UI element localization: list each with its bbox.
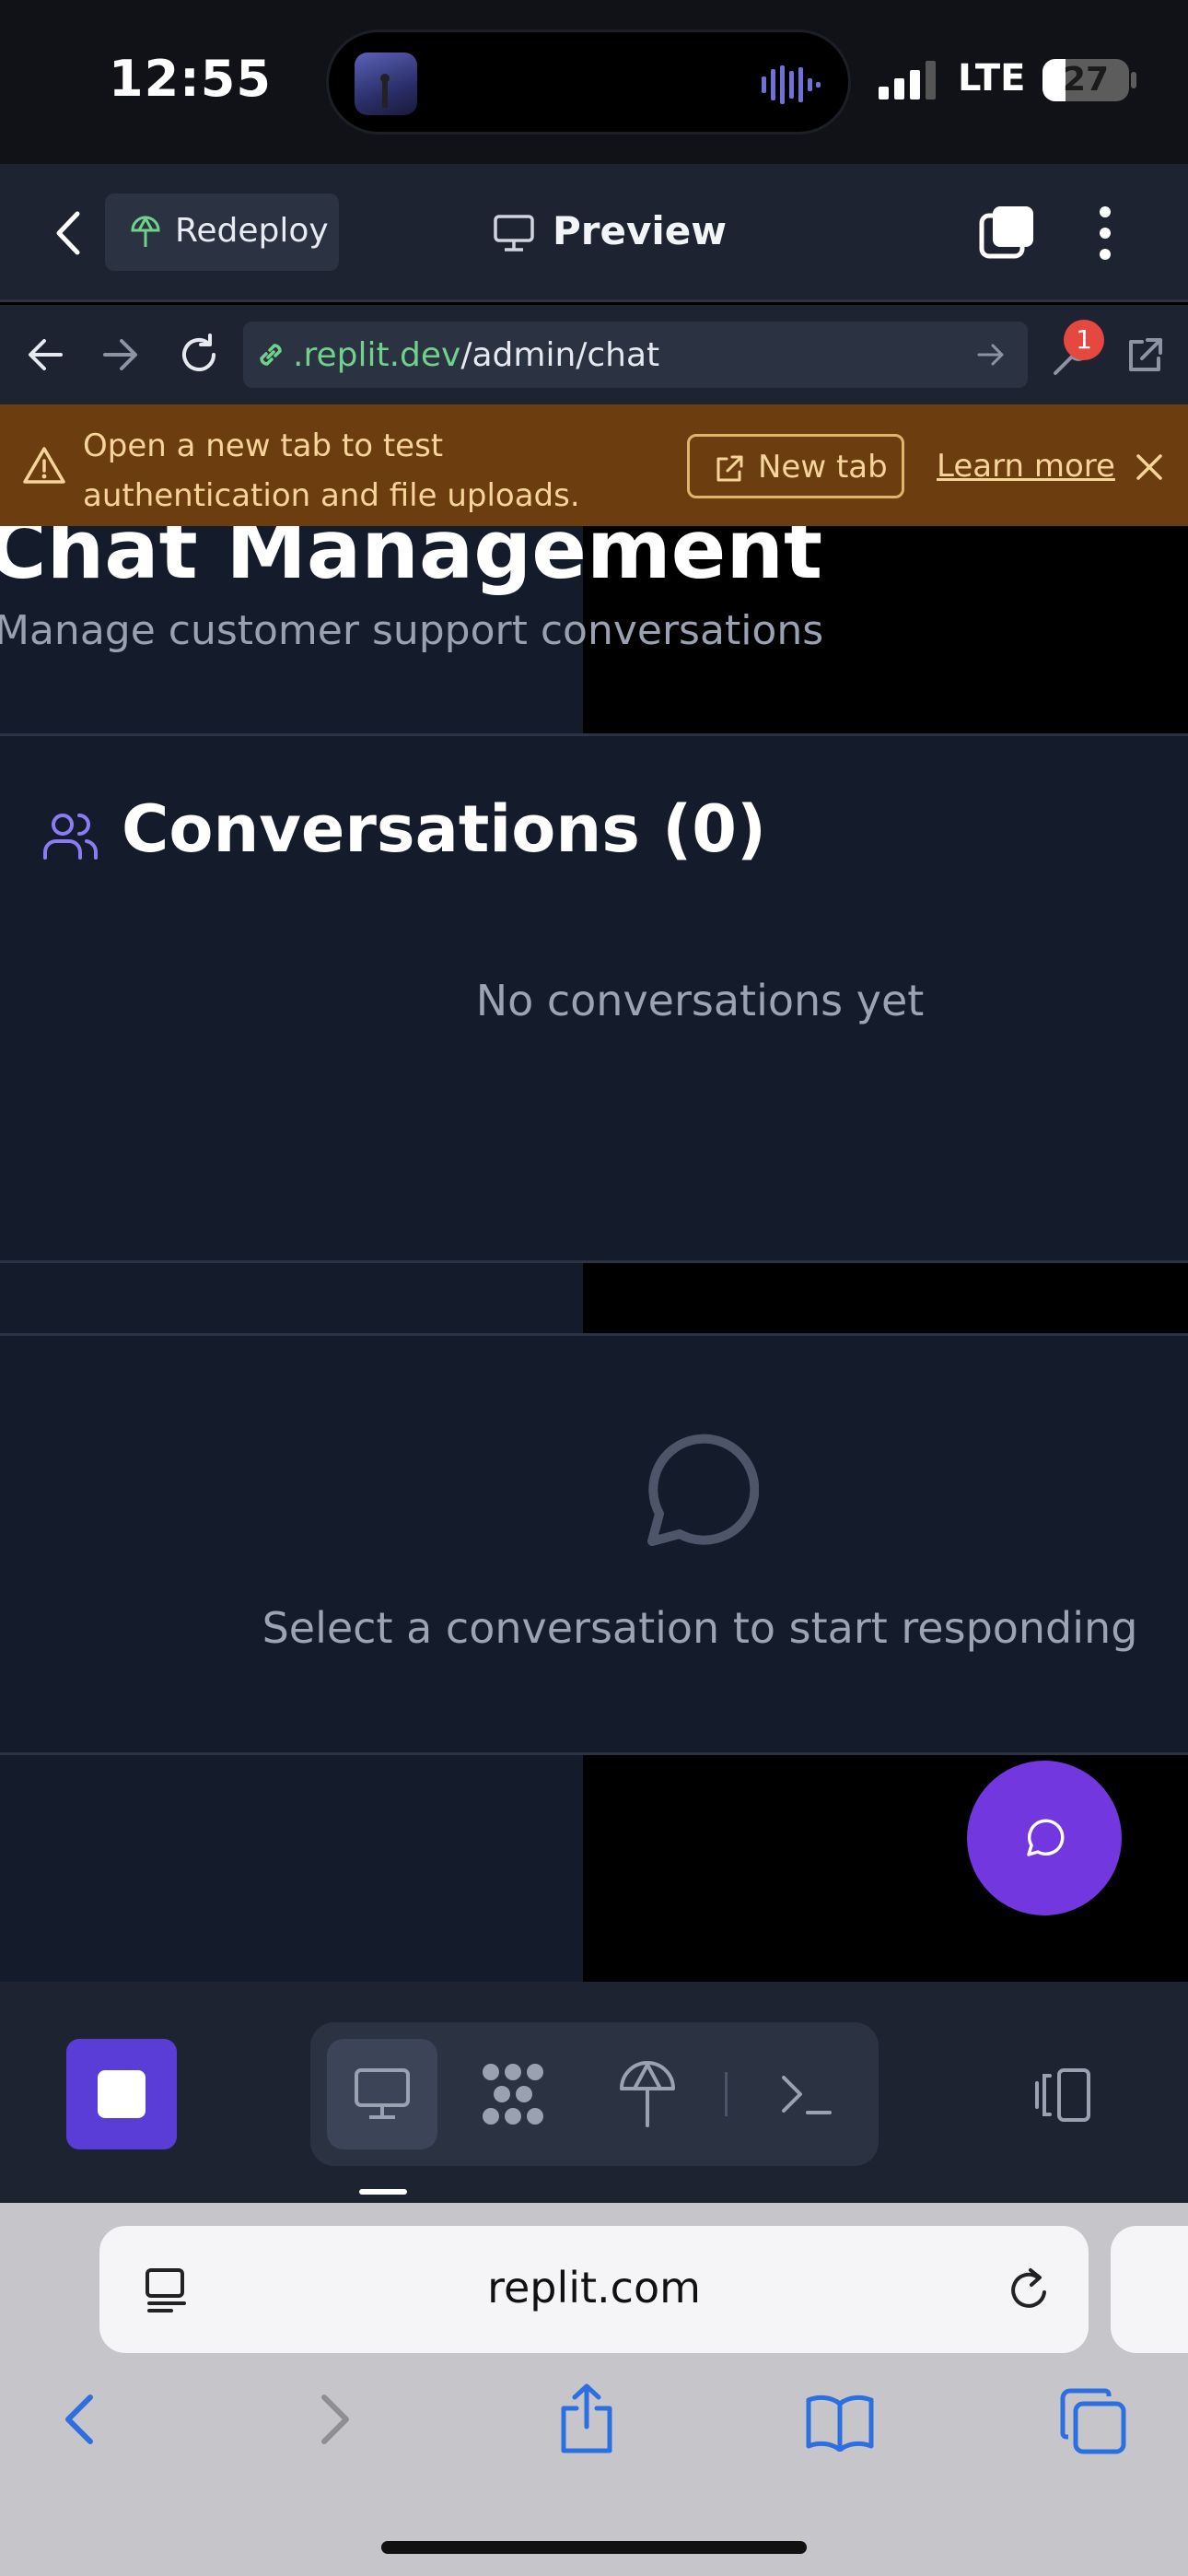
battery-percentage: 27 xyxy=(1062,61,1110,99)
bookmarks-icon[interactable] xyxy=(805,2393,875,2452)
warning-message: Open a new tab to test authentication an… xyxy=(83,427,580,514)
workspace-toolbar xyxy=(0,1982,1188,2203)
web-preview: Chat Management Manage customer support … xyxy=(0,526,1188,1982)
stop-button[interactable] xyxy=(66,2039,177,2149)
back-chevron-icon[interactable] xyxy=(53,210,85,256)
new-tab-label: New tab xyxy=(758,449,888,486)
deployments-icon[interactable] xyxy=(618,2059,677,2129)
url-row: .replit.dev/admin/chat 1 xyxy=(0,305,1188,404)
redeploy-label: Redeploy xyxy=(175,212,329,250)
link-icon xyxy=(260,344,282,366)
active-tool-indicator xyxy=(359,2189,407,2195)
conversations-title: Conversations (0) xyxy=(122,791,766,867)
warning-triangle-icon xyxy=(23,447,65,484)
users-icon xyxy=(43,814,99,860)
safari-back-icon[interactable] xyxy=(61,2392,98,2447)
message-circle-icon xyxy=(647,1434,759,1546)
open-external-icon[interactable] xyxy=(1124,334,1166,377)
safari-forward-icon[interactable] xyxy=(317,2392,354,2447)
new-tab-button[interactable]: New tab xyxy=(687,434,904,498)
redeploy-button[interactable]: Redeploy xyxy=(105,193,339,271)
cellular-signal-icon xyxy=(879,61,936,100)
page-title: Chat Management xyxy=(0,526,823,597)
notification-badge: 1 xyxy=(1064,320,1104,360)
external-link-icon xyxy=(716,455,743,482)
tool-divider xyxy=(725,2072,728,2116)
device-toggle-icon[interactable] xyxy=(1031,2067,1098,2124)
status-bar: 12:55 LTE 27 xyxy=(0,0,1188,164)
home-indicator xyxy=(381,2541,807,2554)
shell-icon[interactable] xyxy=(778,2068,833,2120)
safari-address-text: replit.com xyxy=(487,2263,701,2313)
page-subtitle: Manage customer support conversations xyxy=(0,607,824,654)
stop-icon xyxy=(98,2070,146,2118)
reload-icon[interactable] xyxy=(177,333,221,377)
app-header: Redeploy Preview xyxy=(0,164,1188,302)
preview-title[interactable]: Preview xyxy=(553,208,727,253)
clock: 12:55 xyxy=(109,50,272,108)
browser-back-icon[interactable] xyxy=(26,336,64,373)
close-icon[interactable] xyxy=(1135,452,1164,482)
battery-icon: 27 xyxy=(1042,59,1129,101)
chat-panel: Select a conversation to start respondin… xyxy=(0,1333,1188,1755)
monitor-icon xyxy=(355,2068,410,2119)
tool-switcher xyxy=(310,2022,879,2166)
chat-fab-button[interactable] xyxy=(967,1761,1122,1915)
warning-banner: Open a new tab to test authentication an… xyxy=(0,404,1188,526)
conversations-card: Conversations (0) No conversations yet xyxy=(0,733,1188,1263)
agent-icon[interactable] xyxy=(478,2059,548,2129)
select-conversation-prompt: Select a conversation to start respondin… xyxy=(262,1603,1138,1653)
preview-tool-button[interactable] xyxy=(327,2039,437,2149)
deploy-icon xyxy=(131,216,160,247)
audio-waveform-icon xyxy=(762,65,821,104)
empty-state-text: No conversations yet xyxy=(475,976,925,1025)
learn-more-link[interactable]: Learn more xyxy=(937,448,1115,485)
url-text: .replit.dev/admin/chat xyxy=(293,336,659,374)
battery-cap xyxy=(1131,72,1136,88)
url-path: /admin/chat xyxy=(460,336,660,374)
safari-toolbar: replit.com xyxy=(0,2203,1188,2576)
browser-forward-icon[interactable] xyxy=(101,336,140,373)
chat-bubble-icon xyxy=(1027,1819,1065,1856)
more-vertical-icon[interactable] xyxy=(1096,205,1114,262)
monitor-icon xyxy=(494,215,534,252)
safari-address-bar[interactable]: replit.com xyxy=(99,2226,1089,2353)
url-domain: .replit.dev xyxy=(293,336,461,374)
go-arrow-icon[interactable] xyxy=(976,342,1006,368)
tabs-icon[interactable] xyxy=(1059,2387,1127,2455)
stacked-squares-icon[interactable] xyxy=(978,205,1035,262)
network-type: LTE xyxy=(958,57,1026,100)
now-playing-artwork xyxy=(355,53,417,115)
dynamic-island[interactable] xyxy=(326,29,851,135)
url-field[interactable]: .replit.dev/admin/chat xyxy=(243,322,1028,388)
share-icon[interactable] xyxy=(556,2383,617,2456)
reload-icon[interactable] xyxy=(1007,2266,1054,2314)
next-tab-preview[interactable] xyxy=(1111,2226,1188,2353)
